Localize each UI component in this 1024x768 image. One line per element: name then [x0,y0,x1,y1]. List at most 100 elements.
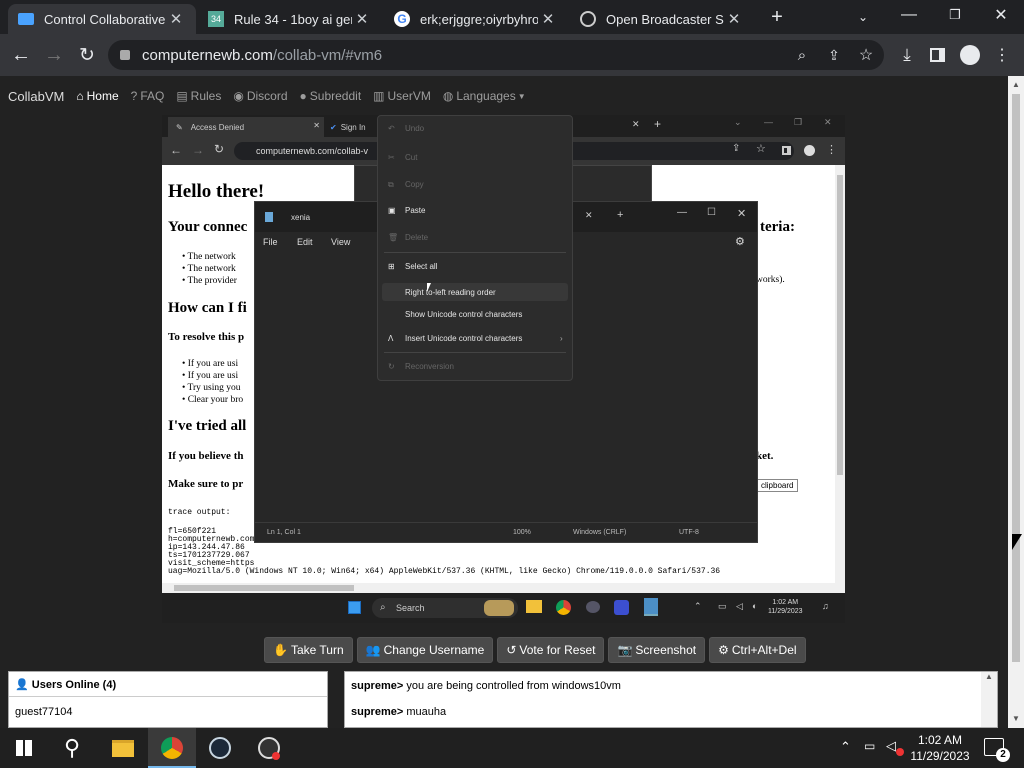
network-icon[interactable]: ▭ [864,739,875,753]
os-clock[interactable]: 1:02 AM 11/29/2023 [906,732,974,764]
chrome-taskbar-button[interactable] [148,728,196,768]
close-icon[interactable]: ✕ [632,119,640,130]
tab-search-chevron-icon[interactable]: ⌄ [852,6,874,28]
new-tab-icon[interactable]: + [766,6,788,28]
take-turn-button[interactable]: ✋ Take Turn [264,637,353,663]
close-icon[interactable]: ✕ [724,10,744,28]
screenshot-button[interactable]: 📷 Screenshot [608,637,706,663]
restore-icon[interactable]: ❐ [794,117,802,128]
nav-discord[interactable]: ◉ Discord [233,89,287,103]
context-select-all[interactable]: ⊞ Select all [388,262,437,271]
close-icon[interactable]: ✕ [352,10,372,28]
vm-vscrollbar[interactable] [835,165,845,583]
search-icon[interactable]: ⚲ [58,734,86,762]
windows-start-icon[interactable] [16,740,32,756]
tray-chevron-up-icon[interactable]: ⌃ [840,739,851,755]
nav-languages[interactable]: ◍ Languages ▼ [443,89,526,103]
bookmark-star-icon[interactable]: ☆ [756,142,766,155]
new-tab-icon[interactable]: + [617,209,623,221]
context-reconversion[interactable]: ↻ Reconversion [388,362,454,371]
chrome-icon[interactable] [556,600,571,615]
notification-bell-icon[interactable]: ♫ [822,601,829,611]
context-insert-unicode[interactable]: Λ Insert Unicode control characters [388,334,522,343]
change-username-button[interactable]: 👥 Change Username [356,637,494,663]
notepad-taskbar-icon[interactable] [644,598,658,616]
close-icon[interactable]: ✕ [538,10,558,28]
new-tab-icon[interactable]: + [654,117,661,131]
vm-screen[interactable]: ✎ Access Denied ✕ ✔ Sign In ✕ + ⌄ — ❐ ✕ ← … [162,115,845,623]
volume-muted-icon[interactable]: ◁ [886,738,896,754]
context-paste[interactable]: ▣ Paste [388,206,425,215]
context-show-unicode[interactable]: Show Unicode control characters [405,310,522,319]
notepad-tab-title[interactable]: xenia [291,213,310,222]
reload-icon[interactable]: ↻ [76,44,98,66]
minimize-icon[interactable]: — [764,117,773,127]
download-icon[interactable]: ⤓ [896,44,918,66]
tab-collabvm[interactable]: Control Collaborative V ✕ [8,4,196,34]
tray-chevron-up-icon[interactable]: ⌃ [694,601,702,612]
menu-edit[interactable]: Edit [297,237,313,247]
context-copy[interactable]: ⧉ Copy [388,180,424,190]
profile-avatar-icon[interactable] [804,145,815,156]
file-explorer-icon[interactable] [526,600,542,613]
tab-google[interactable]: G erk;erjggre;oiyrbyhroe ✕ [384,4,568,34]
forward-icon[interactable]: → [43,44,65,66]
close-window-icon[interactable]: ✕ [824,117,832,128]
close-icon[interactable]: ✕ [585,210,593,221]
chat-scrollbar[interactable]: ▲ [981,672,997,727]
windows-start-icon[interactable] [348,601,361,614]
app-icon[interactable] [586,601,600,613]
nav-uservm[interactable]: ▥ UserVM [373,89,431,103]
menu-kebab-icon[interactable]: ⋮ [992,44,1012,66]
context-cut[interactable]: ✂ Cut [388,153,417,162]
zoom-icon[interactable]: ⌕ [792,44,812,66]
vm-clock[interactable]: 1:02 AM 11/29/2023 [768,598,803,616]
reload-icon[interactable]: ↻ [214,142,224,156]
context-delete[interactable]: 🗑 Delete [388,233,428,242]
volume-icon[interactable]: ◁ [736,601,743,612]
restore-icon[interactable]: ❐ [944,4,966,26]
menu-view[interactable]: View [331,237,350,247]
menu-kebab-icon[interactable]: ⋮ [826,143,837,156]
close-window-icon[interactable]: ✕ [737,207,746,220]
network-icon[interactable]: ▭ [718,601,727,612]
back-icon[interactable]: ← [10,44,32,66]
context-rtl[interactable]: Right to-left reading order [405,288,496,297]
ctrl-alt-del-button[interactable]: ⚙ Ctrl+Alt+Del [709,637,806,663]
file-explorer-icon[interactable] [112,740,134,757]
steam-icon[interactable] [209,737,231,759]
vm-tab-access-denied[interactable]: ✎ Access Denied ✕ [168,117,324,137]
vm-search-box[interactable]: ⌕ Search [372,598,518,618]
bookmark-star-icon[interactable]: ☆ [856,44,876,66]
media-player-icon[interactable] [614,600,629,615]
profile-avatar-icon[interactable] [960,45,980,65]
user-list-item[interactable]: guest77104 [15,706,73,718]
context-undo[interactable]: ↶ Undo [388,124,424,133]
side-panel-icon[interactable] [930,48,945,62]
brand[interactable]: CollabVM [8,89,64,104]
gear-icon[interactable]: ⚙ [735,235,745,248]
share-icon[interactable]: ⇪ [732,143,740,154]
minimize-icon[interactable]: — [898,4,920,26]
address-bar[interactable]: computernewb.com/collab-vm/#vm6 ⌕ ⇪ ☆ [108,40,884,70]
restore-icon[interactable]: ☐ [707,207,716,218]
vm-tab-sign-in[interactable]: ✔ Sign In [330,117,380,137]
nav-faq[interactable]: ? FAQ [131,89,165,103]
close-icon[interactable]: ✕ [166,10,186,28]
close-window-icon[interactable]: ✕ [990,4,1012,26]
vm-hscrollbar[interactable] [162,583,845,593]
forward-icon[interactable]: → [192,143,204,157]
nav-home[interactable]: ⌂ Home [76,89,118,103]
back-icon[interactable]: ← [170,143,182,157]
side-panel-icon[interactable] [782,146,791,155]
chevron-down-icon[interactable]: ⌄ [734,117,742,128]
page-scrollbar[interactable]: ▲ ▼ [1008,76,1024,728]
copy-clipboard-button[interactable]: clipboard [756,479,799,492]
nav-rules[interactable]: ▤ Rules [176,89,221,103]
tab-obs[interactable]: Open Broadcaster Soft ✕ [570,4,754,34]
tab-rule34[interactable]: 34 Rule 34 - 1boy ai gene ✕ [198,4,382,34]
close-icon[interactable]: ✕ [313,121,320,130]
vote-reset-button[interactable]: ↺ Vote for Reset [497,637,605,663]
nav-subreddit[interactable]: ● Subreddit [300,89,362,103]
battery-icon[interactable]: ◐ [752,601,757,611]
